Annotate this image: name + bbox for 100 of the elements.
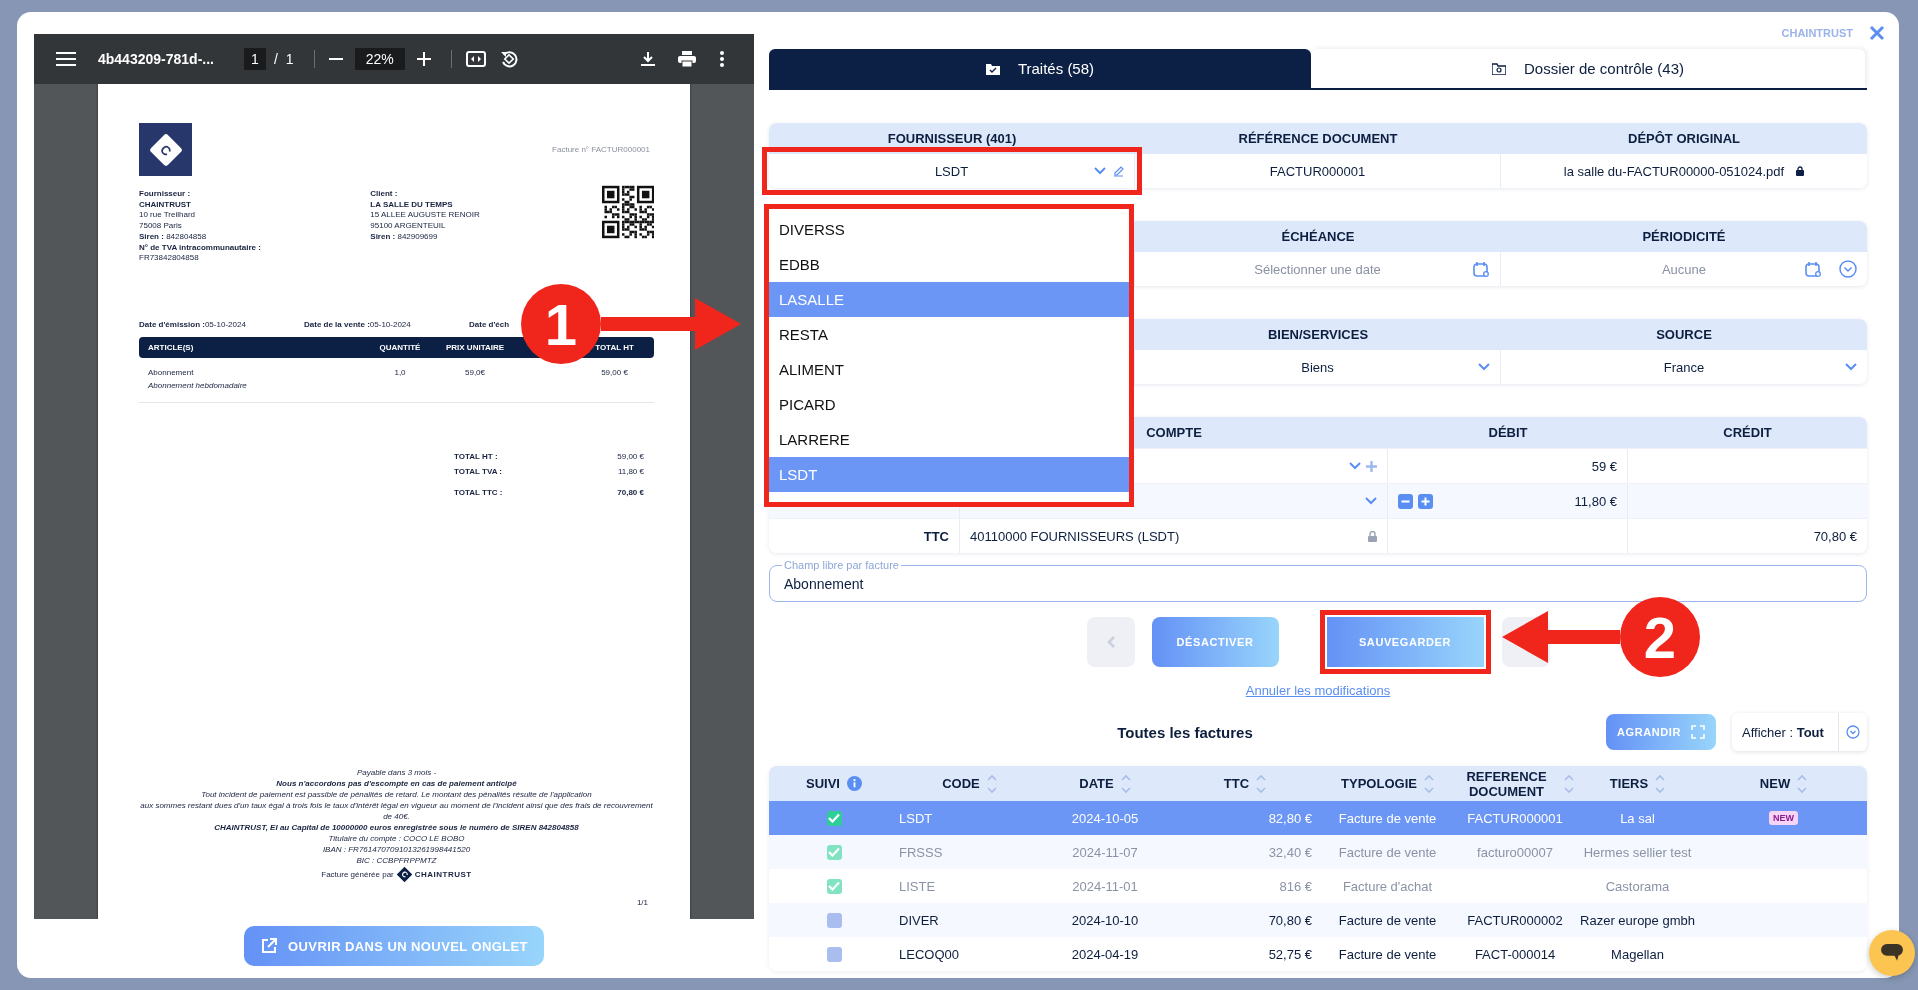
table-cell-text: 1,0 (393, 366, 407, 379)
column-header[interactable]: TTC (1170, 766, 1320, 801)
table-cell: 816 € (1279, 878, 1312, 894)
sort-icon[interactable] (1797, 773, 1808, 794)
more-icon[interactable] (720, 51, 724, 67)
source-select[interactable]: France (1501, 350, 1867, 384)
column-header[interactable]: REFERENCE DOCUMENT (1455, 766, 1575, 801)
file-name[interactable]: la salle du-FACTUR00000-051024.pdf (1563, 163, 1785, 179)
table-row[interactable]: LECOQ00 2024-04-19 52,75 € Facture de vente FACT-000014 Magellan (769, 937, 1867, 971)
column-header: QUANTITÉ (378, 342, 422, 352)
page-separator: / (273, 51, 278, 67)
reference-value: FACTUR000001 (1269, 163, 1366, 179)
checkbox[interactable] (826, 844, 842, 860)
column-header: COMPTE (1145, 425, 1203, 440)
invoice-date: Date d'éch (469, 319, 511, 329)
invoice-date: Date de la vente :05-10-2024 (304, 319, 412, 329)
chevron-down-icon (1846, 725, 1860, 739)
column-header[interactable]: SUIVI (769, 766, 899, 801)
address-line: 95100 ARGENTEUIL (370, 221, 447, 232)
table-cell: 2024-11-07 (1072, 844, 1138, 860)
sort-icon[interactable] (986, 773, 997, 794)
page-field[interactable]: 1 (243, 48, 266, 70)
column-header[interactable]: DATE (1040, 766, 1170, 801)
table-cell: Facture de vente (1338, 946, 1437, 962)
tab[interactable]: Traités (58) (769, 49, 1311, 88)
table-cell-text: 59,00 € (600, 366, 629, 379)
table-cell: La sal (1620, 810, 1655, 826)
footer-line: IBAN : FR7614707091013261998441520 (322, 844, 471, 855)
fit-page-icon[interactable] (465, 51, 486, 67)
column-header[interactable]: TIERS (1575, 766, 1700, 801)
total-value: 11,80 € (617, 465, 644, 478)
total-value: 59,00 € (617, 450, 644, 463)
table-cell: 2024-10-10 (1071, 912, 1139, 928)
goods-services-select[interactable]: Biens (1135, 350, 1501, 384)
total-label: TOTAL HT : (454, 450, 498, 463)
sort-icon[interactable] (1423, 773, 1434, 794)
checkbox[interactable] (826, 878, 842, 894)
chevron-down-icon (1094, 167, 1106, 175)
table-cell: Facture de vente (1338, 844, 1437, 860)
sort-icon[interactable] (1256, 773, 1267, 794)
debit-amount: 11,80 € (1574, 493, 1617, 509)
download-icon[interactable] (640, 51, 656, 67)
table-cell: Facture de vente (1338, 810, 1437, 826)
pencil-icon[interactable] (1113, 165, 1124, 177)
address-line: 10 rue Treilhard (139, 210, 197, 222)
brand-name: CHAINTRUST (414, 869, 472, 880)
info-icon (847, 776, 862, 791)
checkbox[interactable] (826, 946, 842, 962)
table-cell: FACT-000014 (1474, 946, 1556, 962)
tab[interactable]: Dossier de contrôle (43) (1311, 49, 1865, 88)
column-header[interactable]: TYPOLOGIE (1320, 766, 1455, 801)
sort-icon[interactable] (1655, 773, 1666, 794)
company-logo: C (139, 123, 192, 176)
column-header[interactable]: NEW (1700, 766, 1867, 801)
address-line: Fournisseur : (139, 189, 192, 200)
column-header[interactable]: CODE (899, 766, 1040, 801)
sort-icon[interactable] (1120, 773, 1131, 794)
table-row[interactable]: LSDT 2024-10-05 82,80 € Facture de vente FACTUR000001 La sal NEW (769, 801, 1867, 835)
close-icon[interactable] (1869, 25, 1885, 41)
table-cell: Magellan (1611, 946, 1664, 962)
account-name: 40110000 FOURNISSEURS (LSDT) (970, 528, 1180, 544)
filter-select[interactable]: Afficher : Tout (1732, 713, 1867, 751)
checkbox[interactable] (826, 810, 842, 826)
chat-button[interactable] (1869, 930, 1915, 976)
external-link-icon (260, 937, 279, 955)
step-badge: 2 (1620, 597, 1700, 677)
plus-icon[interactable] (1366, 460, 1377, 472)
rotate-icon[interactable] (499, 50, 518, 68)
dropdown-option[interactable]: EDBB (769, 247, 1129, 282)
address-line: Siren : 842909699 (370, 231, 439, 243)
footer-line: BIC : CCBPFRPPMTZ (356, 855, 437, 866)
table-cell: 32,40 € (1268, 844, 1312, 860)
chevron-down-icon[interactable] (1365, 497, 1377, 505)
footer-line: CHAINTRUST, EI au Capital de 10000000 euros enregistrée sous le numéro de SIREN 842804858 (214, 822, 579, 833)
dropdown-option[interactable]: PICARD (769, 387, 1129, 422)
minus-button[interactable] (1398, 493, 1413, 509)
page-number: 1/1 (636, 898, 648, 907)
dropdown-option[interactable]: DIVERSS (769, 212, 1129, 247)
column-header: BIEN/SERVICES (1266, 327, 1370, 342)
calendar-icon (1805, 260, 1822, 278)
address-line: 75008 Paris (139, 221, 183, 232)
table-cell: FACTUR000002 (1467, 912, 1563, 928)
chevron-down-icon[interactable] (1349, 462, 1361, 470)
checkbox[interactable] (826, 912, 842, 928)
folder-icon (1491, 62, 1506, 75)
table-row[interactable]: DIVER 2024-10-10 70,80 € Facture de vente FACTUR000002 Razer europe gmbh (769, 903, 1867, 937)
footer-line: Facture générée par (321, 869, 394, 880)
table-cell: 82,80 € (1268, 810, 1312, 826)
menu-icon[interactable] (56, 52, 76, 66)
debit-amount: 59 € (1591, 458, 1617, 474)
sort-icon[interactable] (1563, 773, 1574, 794)
dropdown-option[interactable]: LARRERE (769, 422, 1129, 457)
print-icon[interactable] (678, 51, 696, 67)
plus-button[interactable] (1418, 493, 1433, 509)
column-header: PÉRIODICITÉ (1641, 229, 1727, 244)
zoom-in-icon[interactable] (416, 52, 431, 66)
dropdown-option[interactable]: RESTA (769, 317, 1129, 352)
zoom-field[interactable]: 22% (354, 48, 405, 70)
dropdown-option[interactable]: ALIMENT (769, 352, 1129, 387)
column-header: DÉBIT (1487, 425, 1529, 440)
